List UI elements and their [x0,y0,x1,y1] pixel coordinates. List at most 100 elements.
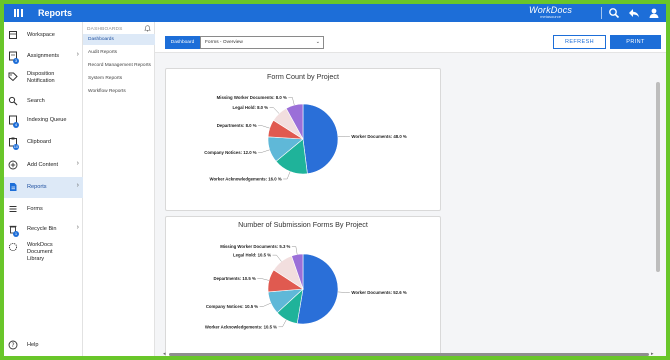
chevron-right-icon[interactable]: › [77,224,79,231]
vertical-scrollbar[interactable] [656,82,660,272]
leader-line [337,291,350,293]
scroll-right-icon[interactable]: ▸ [651,351,654,356]
sidebar-item-disposition[interactable]: Disposition Notification [4,70,83,90]
sidebar-item-label: Assignments [27,53,60,59]
slice-label: Company Notices: 10.5 % [206,304,258,309]
refresh-button[interactable]: REFRESH [553,35,606,49]
user-icon[interactable] [648,7,660,19]
chevron-right-icon[interactable]: › [77,182,79,189]
help-icon: ? [8,340,18,350]
sidebar-item-document-library[interactable]: WorkDocs Document Library [4,241,83,265]
form-select[interactable]: Forms - Overview ⌄ [200,36,324,49]
leader-line [337,136,350,137]
leader-line [269,107,280,114]
pie-chart-submission-forms: Worker Documents: 52.6 % Worker Acknowled… [205,244,407,329]
chart-panel-form-count: Form Count by Project Worker Documents: … [165,68,441,211]
leader-line [278,319,287,328]
form-select-value: Forms - Overview [205,40,243,45]
sidebar-item-recycle-bin[interactable]: 1 Recycle Bin › [4,222,83,238]
chevron-right-icon[interactable]: › [77,51,79,58]
menu-icon[interactable] [10,9,26,17]
slice-label: Departments: 10.5 % [214,276,256,281]
sidebar-item-label: Reports [27,184,47,190]
slice-label: Legal Hold: 8.0 % [232,105,268,110]
sidebar-item-reports[interactable]: Reports › [4,177,83,198]
subnav-item-system-reports[interactable]: System Reports [83,73,155,84]
chevron-down-icon: ⌄ [315,39,320,45]
topbar-divider [601,7,602,19]
slice-label: Missing Worker Documents: 8.0 % [217,95,287,100]
assignments-badge: 3 [13,58,19,64]
scroll-left-icon[interactable]: ◂ [163,351,166,356]
search-icon [8,96,18,106]
sidebar-item-add-content[interactable]: Add Content › [4,157,83,173]
forms-icon [9,206,17,212]
dashboard-button[interactable]: Dashboard [165,36,200,49]
main-content: Dashboard Forms - Overview ⌄ REFRESH PRI… [155,22,666,356]
sidebar-item-forms[interactable]: Forms [4,202,83,216]
tag-icon [8,72,18,82]
horizontal-scrollbar[interactable] [169,353,649,356]
svg-text:?: ? [11,342,14,349]
indexing-queue-badge: 4 [13,122,19,128]
leader-line [258,125,270,129]
library-icon [8,242,18,252]
sidebar-item-label: Clipboard [27,139,51,145]
top-bar: Reports WorkDocs metasource [4,4,666,22]
report-icon [10,183,17,191]
leader-line [283,171,291,180]
sidebar-item-indexing-queue[interactable]: 4 Indexing Queue [4,113,83,129]
leader-line [258,149,270,153]
sidebar-item-label: Forms [27,206,43,212]
sidebar-item-label: Workspace [27,32,55,38]
slice-label: Legal Hold: 10.5 % [233,253,271,258]
app-window: Reports WorkDocs metasource Workspace 3 … [4,4,666,356]
brand-logo: WorkDocs metasource [529,5,572,19]
add-icon [8,160,18,170]
workspace-icon [9,31,17,39]
sidebar: Workspace 3 Assignments › Disposition No… [4,22,83,356]
pie-chart-form-count: Worker Documents: 48.0 % Worker Acknowled… [204,95,407,182]
bell-icon[interactable] [144,25,151,32]
leader-line [288,97,295,106]
leader-line [257,278,270,281]
slice-label: Worker Acknowledgements: 10.5 % [205,324,277,329]
sidebar-item-label: Recycle Bin [27,226,57,232]
subnav-heading: DASHBOARDS [87,27,123,32]
reply-icon[interactable] [628,7,640,19]
print-button[interactable]: PRINT [610,35,661,49]
sidebar-item-label: Help [27,342,39,348]
brand-tagline: metasource [540,14,561,19]
sidebar-item-label: Disposition Notification [27,71,55,84]
subnav-item-workflow-reports[interactable]: Workflow Reports [83,86,155,97]
leader-line [272,254,282,262]
pie-slice[interactable] [302,103,339,175]
clipboard-badge: 10 [13,144,19,150]
leader-line [259,302,272,307]
sidebar-item-search[interactable]: Search [4,94,83,108]
slice-label: Company Notices: 12.0 % [204,150,256,155]
leader-line [291,246,298,255]
sidebar-item-clipboard[interactable]: 10 Clipboard [4,135,83,151]
search-icon[interactable] [608,7,620,19]
sidebar-item-label: WorkDocs Document Library [27,242,53,262]
subnav-item-record-management-reports[interactable]: Record Management Reports [83,60,155,71]
slice-label: Missing Worker Documents: 5.3 % [220,244,290,249]
reports-subnav: DASHBOARDS Dashboards Audit Reports Reco… [83,22,155,356]
sidebar-item-label: Add Content [27,162,59,168]
sidebar-item-help[interactable]: ? Help [4,338,83,352]
page-title: Reports [38,8,73,18]
subnav-item-dashboards[interactable]: Dashboards [83,34,155,45]
sidebar-item-label: Search [27,98,45,104]
subnav-item-audit-reports[interactable]: Audit Reports [83,47,155,58]
slice-label: Worker Acknowledgements: 16.0 % [210,176,282,181]
sidebar-item-label: Indexing Queue [27,117,67,123]
slice-label: Departments: 8.0 % [217,123,257,128]
chevron-right-icon[interactable]: › [77,160,79,167]
chart-panel-submission-forms: Number of Submission Forms By Project Wo… [165,216,441,356]
control-bar: Dashboard Forms - Overview ⌄ REFRESH PRI… [155,22,666,53]
sidebar-item-assignments[interactable]: 3 Assignments › [4,48,83,64]
recycle-bin-badge: 1 [13,231,19,237]
slice-label: Worker Documents: 48.0 % [351,134,406,139]
sidebar-item-workspace[interactable]: Workspace [4,27,83,43]
